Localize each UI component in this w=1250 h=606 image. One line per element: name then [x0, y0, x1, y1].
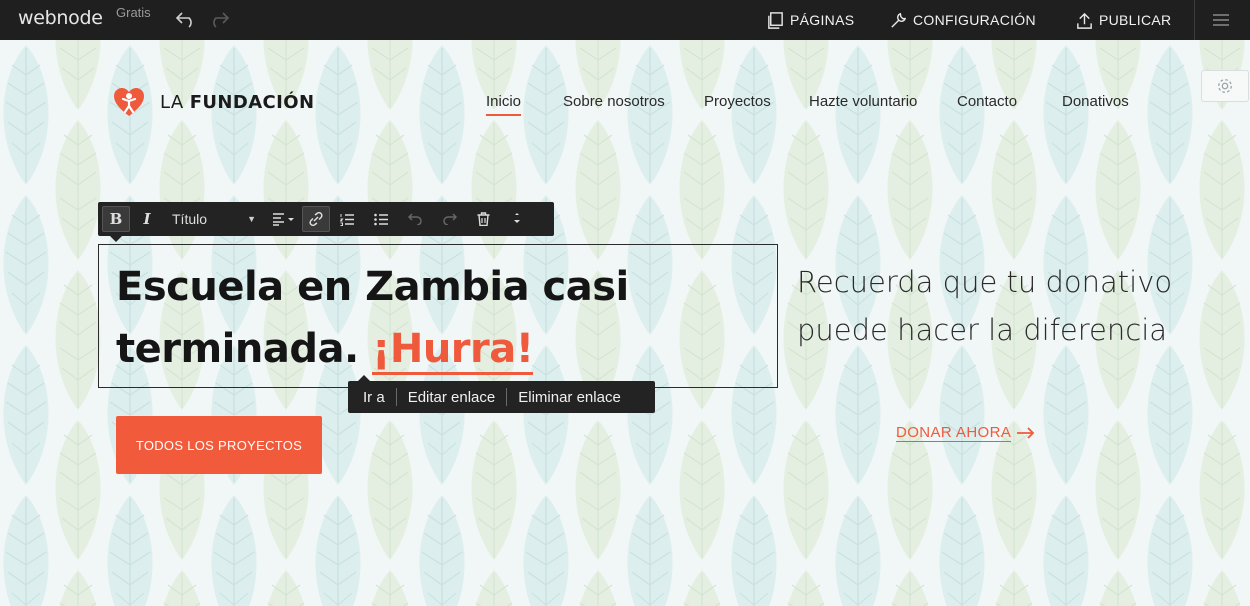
all-projects-button[interactable]: TODOS LOS PROYECTOS: [116, 416, 322, 474]
site-logo[interactable]: LA FUNDACIÓN: [112, 87, 314, 117]
text-style-select[interactable]: Título ▼: [164, 206, 260, 232]
redo-icon: [442, 213, 457, 225]
upload-icon: [1077, 12, 1092, 29]
site-name-bold: FUNDACIÓN: [189, 91, 315, 113]
nav-item-hazte-voluntario[interactable]: Hazte voluntario: [809, 93, 917, 110]
popup-divider: [506, 388, 508, 406]
undo-text-button[interactable]: [398, 206, 432, 232]
section-settings-button[interactable]: [1201, 70, 1249, 102]
settings-label: CONFIGURACIÓN: [913, 12, 1036, 28]
hamburger-menu-icon[interactable]: [1210, 10, 1232, 30]
editor-topbar: webnode Gratis PÁGINAS CONFIGURACIÓN PUB…: [0, 0, 1250, 40]
webnode-logo[interactable]: webnode: [18, 7, 103, 29]
bullet-list-button[interactable]: [364, 206, 398, 232]
ordered-list-icon: [340, 213, 354, 226]
wrench-icon: [891, 12, 907, 28]
remove-link-button[interactable]: Eliminar enlace: [518, 389, 621, 406]
ordered-list-button[interactable]: [330, 206, 364, 232]
settings-button[interactable]: CONFIGURACIÓN: [889, 0, 1036, 40]
topbar-divider: [1194, 0, 1195, 40]
hero-title-link[interactable]: ¡Hurra!: [372, 326, 534, 375]
link-popup: Ir a Editar enlace Eliminar enlace: [348, 381, 655, 413]
hero-title-line1: Escuela en Zambia casi: [116, 264, 629, 310]
popup-divider: [395, 388, 397, 406]
nav-item-contacto[interactable]: Contacto: [957, 93, 1017, 110]
arrow-right-icon: [1017, 427, 1035, 439]
goto-link-button[interactable]: Ir a: [363, 389, 385, 406]
edit-link-button[interactable]: Editar enlace: [408, 389, 496, 406]
pages-icon: [768, 11, 783, 29]
pages-button[interactable]: PÁGINAS: [766, 0, 854, 40]
donate-label: DONAR AHORA: [896, 424, 1012, 442]
nav-item-donativos[interactable]: Donativos: [1062, 93, 1129, 110]
hero-title-line2: terminada.: [116, 326, 359, 372]
toolbar-pointer: [110, 236, 122, 242]
nav-item-sobre-nosotros[interactable]: Sobre nosotros: [563, 93, 665, 110]
delete-button[interactable]: [466, 206, 500, 232]
align-left-icon: [273, 213, 294, 226]
heart-person-icon: [114, 88, 144, 116]
link-button[interactable]: [302, 206, 330, 232]
publish-button[interactable]: PUBLICAR: [1075, 0, 1171, 40]
plan-label: Gratis: [116, 5, 151, 20]
trash-icon: [477, 212, 489, 226]
link-icon: [309, 212, 323, 226]
text-format-toolbar: B I Título ▼: [98, 202, 554, 236]
redo-icon[interactable]: [208, 9, 230, 29]
more-options-button[interactable]: [500, 206, 534, 232]
bullet-list-icon: [374, 213, 388, 225]
donation-message[interactable]: Recuerda que tu donativo puede hacer la …: [797, 258, 1177, 354]
donate-link[interactable]: DONAR AHORA: [896, 424, 1035, 442]
publish-label: PUBLICAR: [1099, 12, 1172, 28]
bold-button[interactable]: B: [102, 206, 130, 232]
undo-icon[interactable]: [175, 9, 197, 29]
align-button[interactable]: [264, 206, 302, 232]
more-arrows-icon: [514, 213, 520, 223]
site-name-prefix: LA: [160, 91, 184, 113]
pages-label: PÁGINAS: [790, 12, 855, 28]
nav-item-proyectos[interactable]: Proyectos: [704, 93, 771, 110]
nav-item-inicio[interactable]: Inicio: [486, 93, 522, 116]
redo-text-button[interactable]: [432, 206, 466, 232]
italic-button[interactable]: I: [130, 206, 164, 232]
site-name: LA FUNDACIÓN: [160, 92, 314, 113]
caret-down-icon: ▼: [247, 214, 256, 224]
undo-icon: [407, 213, 422, 225]
gear-icon: [1218, 79, 1232, 93]
hero-title[interactable]: Escuela en Zambia casi terminada. ¡Hurra…: [116, 256, 756, 380]
text-style-value: Título: [172, 211, 208, 227]
